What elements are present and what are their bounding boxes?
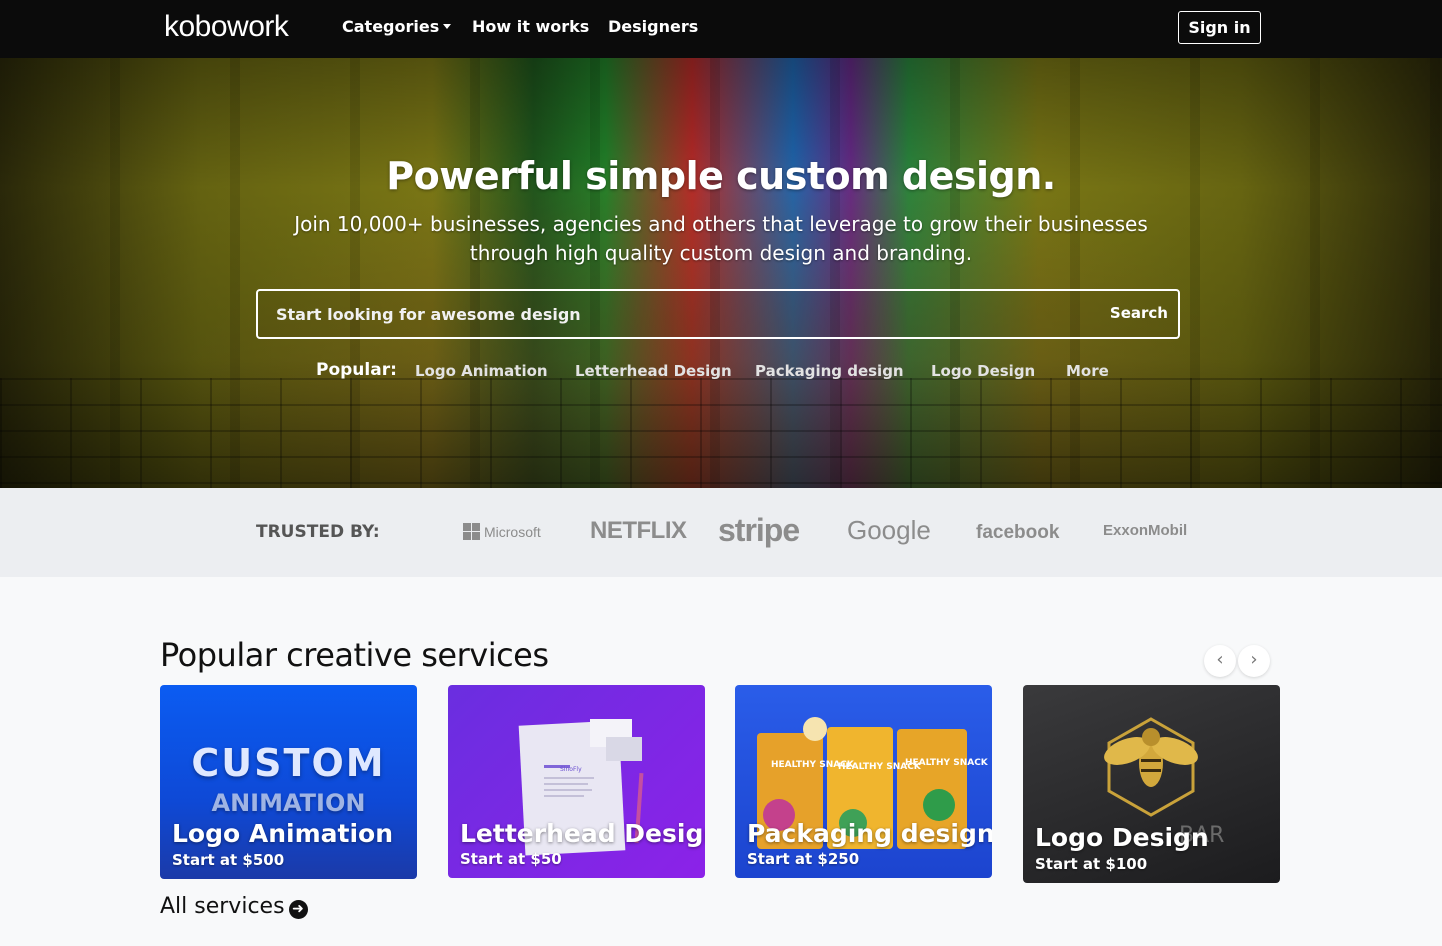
brand-google: Google xyxy=(847,515,931,545)
card-price: Start at $500 xyxy=(172,851,285,869)
popular-link-logo-design[interactable]: Logo Design xyxy=(931,362,1035,380)
service-card-packaging-design[interactable]: HEALTHY SNACK HEALTHY SNACK HEALTHY SNAC… xyxy=(735,685,992,878)
all-services-link[interactable]: All services ➜ xyxy=(160,894,308,919)
service-card-logo-animation[interactable]: CUSTOM ANIMATION Logo Animation Start at… xyxy=(160,685,417,879)
card-title: Packaging design xyxy=(747,819,992,848)
microsoft-logo-icon xyxy=(463,523,480,540)
bee-logo-image: BAR xyxy=(1104,717,1224,848)
hero-subtitle: Join 10,000+ businesses, agencies and ot… xyxy=(294,212,1148,265)
brand-exxonmobil: ExxonMobil xyxy=(1103,522,1188,539)
search-bar: Search xyxy=(256,289,1180,339)
service-card-letterhead-design[interactable]: SinoFly Letterhead Design Start at $50 xyxy=(448,685,705,878)
chevron-left-icon: ‹ xyxy=(1216,649,1224,670)
card-price: Start at $50 xyxy=(460,850,562,868)
nav-categories-dropdown[interactable]: Categories xyxy=(342,17,452,36)
card-price: Start at $250 xyxy=(747,850,860,868)
brand-stripe: stripe xyxy=(718,512,800,548)
caret-down-icon xyxy=(443,24,452,29)
card-title: Letterhead Design xyxy=(460,819,705,848)
card-title: Logo Animation xyxy=(172,819,394,848)
all-services-label: All services xyxy=(160,894,285,919)
popular-label: Popular: xyxy=(316,360,397,380)
circle-arrow-right-icon: ➜ xyxy=(288,900,308,919)
carousel-next-button[interactable]: › xyxy=(1238,645,1270,677)
trusted-by-strip: TRUSTED BY: Microsoft NETFLIX stripe Goo… xyxy=(0,488,1442,577)
card-title: Logo Design xyxy=(1035,823,1209,852)
popular-link-logo-animation[interactable]: Logo Animation xyxy=(415,362,548,380)
chevron-right-icon: › xyxy=(1250,649,1258,670)
search-input[interactable] xyxy=(276,291,1076,337)
carousel-prev-button[interactable]: ‹ xyxy=(1204,645,1236,677)
section-title-popular-services: Popular creative services xyxy=(160,636,549,674)
hero-banner: Powerful simple custom design. Join 10,0… xyxy=(0,58,1442,488)
sign-in-button[interactable]: Sign in xyxy=(1178,11,1261,44)
kobowork-logo[interactable]: kobowork xyxy=(164,10,289,44)
popular-link-letterhead-design[interactable]: Letterhead Design xyxy=(575,362,732,380)
animation-art-text: ANIMATION xyxy=(211,789,366,817)
snack-label-3: HEALTHY SNACK xyxy=(905,758,989,768)
custom-art-text: CUSTOM xyxy=(191,741,386,785)
nav-designers[interactable]: Designers xyxy=(608,17,698,36)
letterhead-brand-text: SinoFly xyxy=(560,766,582,773)
popular-link-packaging-design[interactable]: Packaging design xyxy=(755,362,904,380)
brand-netflix: NETFLIX xyxy=(590,517,687,544)
brand-microsoft-label: Microsoft xyxy=(484,524,541,540)
brand-facebook: facebook xyxy=(976,522,1060,543)
nav-how-it-works[interactable]: How it works xyxy=(472,17,589,36)
hero-title: Powerful simple custom design. xyxy=(386,154,1056,198)
search-button[interactable]: Search xyxy=(1110,304,1168,322)
card-price: Start at $100 xyxy=(1035,855,1148,873)
service-card-logo-design[interactable]: BAR Logo Design Start at $100 xyxy=(1023,685,1280,883)
top-navbar: kobowork Categories How it works Designe… xyxy=(0,0,1442,58)
trusted-label: TRUSTED BY: xyxy=(256,522,380,542)
popular-link-more[interactable]: More xyxy=(1066,362,1109,380)
nav-categories-label: Categories xyxy=(342,17,440,36)
brand-microsoft: Microsoft xyxy=(463,523,541,540)
